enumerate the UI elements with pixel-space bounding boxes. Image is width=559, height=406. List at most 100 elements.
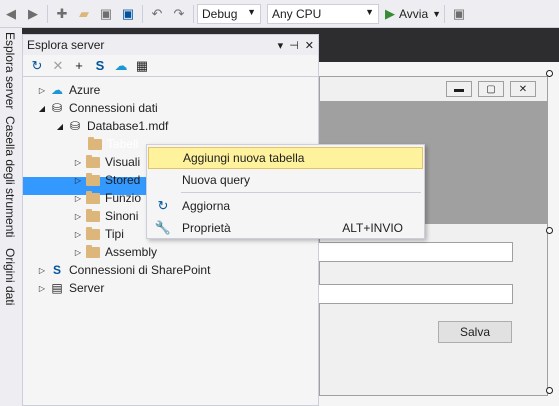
- resize-handle[interactable]: [546, 70, 553, 77]
- tab-origini-dati[interactable]: Origini dati: [3, 248, 17, 305]
- tree-label: Stored: [105, 173, 141, 187]
- tree-label: Funzio: [105, 191, 142, 205]
- open-folder-icon[interactable]: ▰: [74, 4, 94, 24]
- resize-handle[interactable]: [546, 387, 553, 394]
- platform-value: Any CPU: [272, 6, 322, 21]
- toolbar-more-icon[interactable]: ▣: [449, 4, 469, 24]
- wrench-icon: 🔧: [154, 220, 172, 235]
- folder-icon: [85, 190, 101, 205]
- sharepoint-icon: S: [52, 263, 61, 277]
- configuration-select[interactable]: Debug ▼: [197, 3, 261, 24]
- close-icon[interactable]: ✕: [510, 81, 536, 97]
- expand-arrow-icon[interactable]: ▷: [71, 194, 85, 203]
- expand-arrow-icon[interactable]: ▷: [71, 158, 85, 167]
- tree-item-visualizzazioni[interactable]: ▷ Visuali: [71, 153, 140, 171]
- start-label: Avvia: [399, 6, 429, 21]
- panel-toolbar: ↻ ✕ + S ☁ ▦: [23, 55, 318, 77]
- tree-label: Sinoni: [105, 209, 139, 223]
- tree-label: Assembly: [105, 245, 158, 259]
- azure-icon[interactable]: ☁: [111, 57, 131, 75]
- text-field-1[interactable]: [318, 242, 513, 262]
- resize-handle[interactable]: [546, 227, 553, 234]
- toolbar-separator: [193, 4, 194, 23]
- save-all-icon[interactable]: ▣: [118, 4, 138, 24]
- panel-titlebar: Esplora server ▾ ⊣ ✕: [23, 35, 318, 55]
- menu-item-new-query[interactable]: Nuova query: [148, 169, 423, 191]
- context-menu: Aggiungi nuova tabella Nuova query ↻ Agg…: [146, 144, 425, 239]
- tree-item-connessioni-dati[interactable]: ◢ ⛁ Connessioni dati: [35, 99, 158, 117]
- tree-label: Database1.mdf: [87, 119, 169, 133]
- tree-item-funzioni[interactable]: ▷ Funzio: [71, 189, 141, 207]
- new-project-icon[interactable]: ✚: [52, 4, 72, 24]
- play-icon: ▶: [385, 5, 395, 21]
- close-icon[interactable]: ✕: [305, 39, 314, 52]
- connect-sharepoint-icon[interactable]: S: [90, 57, 110, 75]
- database-icon: ⛁: [51, 101, 63, 115]
- tree-item-tabelle[interactable]: Tabell: [73, 135, 138, 153]
- minimize-icon[interactable]: ▬: [446, 81, 472, 97]
- folder-icon: [87, 136, 103, 151]
- collapse-arrow-icon[interactable]: ◢: [35, 104, 49, 113]
- form-titlebar: ▬ ▢ ✕: [320, 77, 547, 101]
- maximize-icon[interactable]: ▢: [478, 81, 504, 97]
- platform-select[interactable]: Any CPU ▼: [267, 3, 379, 24]
- refresh-icon[interactable]: ↻: [27, 57, 47, 75]
- side-tab-strip: Esplora server Casella degli strumenti O…: [0, 28, 22, 406]
- tree-item-database[interactable]: ◢ ⛁ Database1.mdf: [53, 117, 168, 135]
- expand-arrow-icon[interactable]: ▷: [71, 230, 85, 239]
- collapse-arrow-icon[interactable]: ◢: [53, 122, 67, 131]
- save-icon[interactable]: ▣: [96, 4, 116, 24]
- menu-item-properties[interactable]: 🔧 Proprietà ALT+INVIO: [148, 217, 423, 239]
- tree-item-azure[interactable]: ▷ ☁ Azure: [35, 81, 100, 99]
- chevron-down-icon: ▼: [432, 8, 442, 19]
- forward-icon[interactable]: ▶: [23, 4, 43, 24]
- expand-arrow-icon[interactable]: ▷: [35, 86, 49, 95]
- filter-icon[interactable]: ▦: [132, 57, 152, 75]
- tree-item-stored-procedures[interactable]: ▷ Stored: [71, 171, 140, 189]
- expand-arrow-icon[interactable]: ▷: [71, 212, 85, 221]
- add-connection-icon[interactable]: +: [69, 57, 89, 75]
- undo-icon[interactable]: ↶: [147, 4, 167, 24]
- tree-label: Azure: [69, 83, 101, 97]
- server-icon: ▤: [51, 281, 63, 295]
- menu-item-shortcut: ALT+INVIO: [342, 221, 403, 235]
- chevron-down-icon: ▼: [365, 6, 374, 17]
- tree-item-server[interactable]: ▷ ▤ Server: [35, 279, 104, 297]
- dropdown-icon[interactable]: ▾: [278, 39, 284, 52]
- save-button[interactable]: Salva: [438, 321, 512, 343]
- expand-arrow-icon[interactable]: ▷: [71, 176, 85, 185]
- chevron-down-icon: ▼: [247, 6, 256, 17]
- folder-icon: [85, 208, 101, 223]
- stop-icon[interactable]: ✕: [48, 57, 68, 75]
- text-field-2[interactable]: [318, 284, 513, 304]
- tab-esplora-server[interactable]: Esplora server: [3, 32, 17, 109]
- folder-icon: [85, 172, 101, 187]
- menu-item-add-table[interactable]: Aggiungi nuova tabella: [148, 147, 423, 169]
- menu-item-label: Aggiungi nuova tabella: [183, 151, 305, 165]
- start-button[interactable]: ▶ Avvia ▼: [385, 6, 441, 22]
- menu-item-label: Nuova query: [182, 173, 251, 187]
- tab-casella-strumenti[interactable]: Casella degli strumenti: [3, 116, 17, 237]
- toolbar-separator: [444, 4, 446, 23]
- tree-label: Tipi: [105, 227, 124, 241]
- refresh-icon: ↻: [157, 198, 169, 213]
- menu-item-label: Proprietà: [182, 221, 231, 235]
- tree-item-tipi[interactable]: ▷ Tipi: [71, 225, 124, 243]
- pin-icon[interactable]: ⊣: [289, 39, 299, 52]
- tree-item-sharepoint[interactable]: ▷ S Connessioni di SharePoint: [35, 261, 211, 279]
- expand-arrow-icon[interactable]: ▷: [71, 248, 85, 257]
- tree-item-assembly[interactable]: ▷ Assembly: [71, 243, 157, 261]
- configuration-value: Debug: [202, 6, 238, 21]
- back-icon[interactable]: ◀: [1, 4, 21, 24]
- panel-title: Esplora server: [27, 38, 105, 52]
- tree-label: Connessioni di SharePoint: [69, 263, 211, 277]
- tree-label: Server: [69, 281, 105, 295]
- tree-label: Connessioni dati: [69, 101, 158, 115]
- redo-icon[interactable]: ↷: [169, 4, 189, 24]
- main-toolbar: ◀ ▶ ✚ ▰ ▣ ▣ ↶ ↷ Debug ▼ Any CPU ▼ ▶ Avvi…: [0, 0, 559, 28]
- menu-item-refresh[interactable]: ↻ Aggiorna: [148, 195, 423, 217]
- tree-item-sinonimi[interactable]: ▷ Sinoni: [71, 207, 138, 225]
- expand-arrow-icon[interactable]: ▷: [35, 266, 49, 275]
- database-icon: ⛁: [69, 119, 81, 133]
- expand-arrow-icon[interactable]: ▷: [35, 284, 49, 293]
